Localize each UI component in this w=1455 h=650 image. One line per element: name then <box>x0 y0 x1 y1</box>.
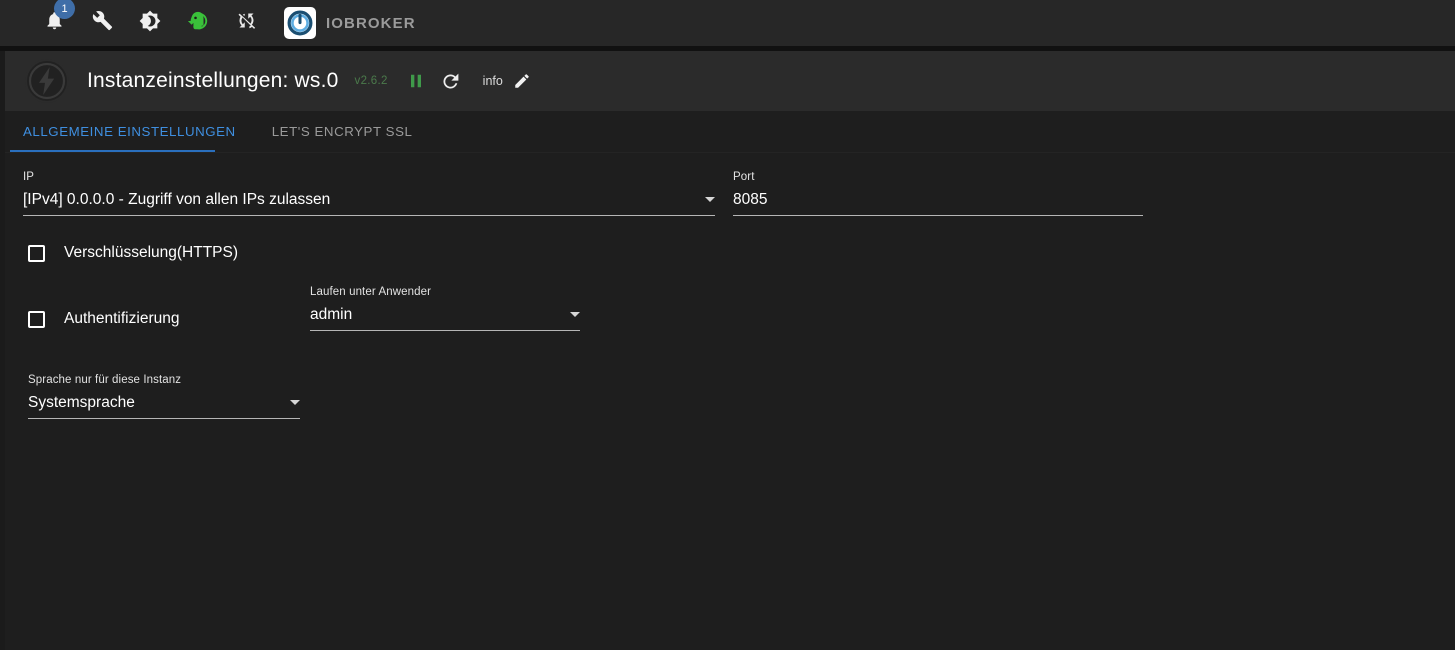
settings-form: IP [IPv4] 0.0.0.0 - Zugriff von allen IP… <box>5 153 1455 419</box>
theme-brightness-button[interactable] <box>126 0 174 46</box>
pause-icon <box>410 74 421 88</box>
run-as-user-field: Laufen unter Anwender admin <box>310 286 580 352</box>
auth-checkbox-group: Authentifizierung <box>23 286 310 352</box>
brand-title: IOBROKER <box>326 14 416 32</box>
authentication-label[interactable]: Authentifizierung <box>64 310 179 328</box>
https-label[interactable]: Verschlüsselung(HTTPS) <box>64 244 238 262</box>
sync-disabled-button[interactable] <box>222 0 270 46</box>
authentication-checkbox[interactable] <box>28 310 45 328</box>
ip-label: IP <box>23 171 35 183</box>
settings-panel: ALLGEMEINE EINSTELLUNGEN LET'S ENCRYPT S… <box>5 111 1455 650</box>
sync-off-icon <box>236 10 257 36</box>
port-value: 8085 <box>733 191 768 208</box>
expert-head-icon <box>187 10 209 37</box>
port-input[interactable]: 8085 <box>733 190 1143 216</box>
port-label: Port <box>733 171 755 183</box>
restart-instance-button[interactable] <box>440 71 461 92</box>
language-label: Sprache nur für diese Instanz <box>28 374 182 386</box>
version-label: v2.6.2 <box>354 75 388 87</box>
ip-select[interactable]: [IPv4] 0.0.0.0 - Zugriff von allen IPs z… <box>23 190 715 216</box>
ip-value: [IPv4] 0.0.0.0 - Zugriff von allen IPs z… <box>23 191 331 208</box>
iobroker-logo[interactable] <box>284 7 316 39</box>
brightness-icon <box>139 10 161 37</box>
language-value: Systemsprache <box>28 394 135 411</box>
chevron-down-icon <box>705 197 715 202</box>
settings-tabs: ALLGEMEINE EINSTELLUNGEN LET'S ENCRYPT S… <box>5 111 1455 153</box>
refresh-icon <box>443 73 459 88</box>
chevron-down-icon <box>290 400 300 405</box>
wrench-icon <box>92 10 113 36</box>
tab-lets-encrypt-ssl[interactable]: LET'S ENCRYPT SSL <box>254 111 431 152</box>
run-as-user-label: Laufen unter Anwender <box>310 286 432 298</box>
active-tab-indicator <box>10 150 215 152</box>
top-app-bar: 1 IOBROKER <box>0 0 1455 46</box>
instance-adapter-icon <box>25 59 69 103</box>
ip-field: IP [IPv4] 0.0.0.0 - Zugriff von allen IP… <box>23 171 715 216</box>
https-checkbox[interactable] <box>28 244 45 262</box>
pencil-icon <box>515 74 529 88</box>
info-button[interactable]: info <box>483 74 503 88</box>
tab-general-settings[interactable]: ALLGEMEINE EINSTELLUNGEN <box>5 111 254 152</box>
run-as-user-select[interactable]: admin <box>310 305 580 331</box>
pause-instance-button[interactable] <box>406 71 426 91</box>
run-as-user-value: admin <box>310 306 353 323</box>
notification-badge: 1 <box>54 0 75 19</box>
expert-mode-button[interactable] <box>174 0 222 46</box>
settings-wrench-button[interactable] <box>78 0 126 46</box>
chevron-down-icon <box>570 312 580 317</box>
auth-row: Authentifizierung Laufen unter Anwender … <box>23 286 1432 352</box>
instance-title-bar: Instanzeinstellungen: ws.0 v2.6.2 info <box>5 51 1455 111</box>
edit-instance-button[interactable] <box>513 72 531 90</box>
https-row: Verschlüsselung(HTTPS) <box>23 244 1432 262</box>
notifications-button[interactable]: 1 <box>30 0 78 46</box>
language-select[interactable]: Systemsprache <box>28 393 300 419</box>
app-bar-icon-group: 1 <box>30 0 270 46</box>
language-field: Sprache nur für diese Instanz Systemspra… <box>28 374 300 419</box>
page-title: Instanzeinstellungen: ws.0 <box>87 69 339 92</box>
ip-port-row: IP [IPv4] 0.0.0.0 - Zugriff von allen IP… <box>23 171 1432 216</box>
port-field: Port 8085 <box>733 171 1143 216</box>
